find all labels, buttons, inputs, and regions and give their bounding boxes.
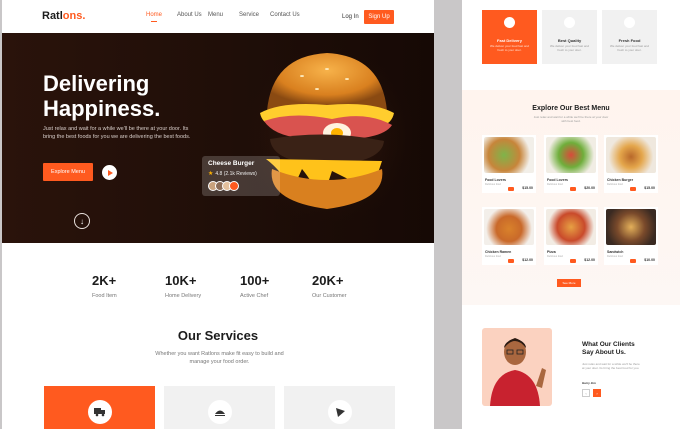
service-card-quality[interactable]	[164, 386, 275, 429]
service-card-fresh[interactable]	[284, 386, 395, 429]
menu-section: Explore Our Best Menu Just relax and wai…	[462, 90, 680, 305]
feature-card-fresh[interactable]: Fresh Food We deliver your food fast and…	[602, 10, 657, 64]
menu-item[interactable]: Food Lovers Delicious food $15.00	[482, 135, 536, 193]
dish-icon	[564, 17, 575, 28]
testimonial-text: Just relax and wait for a while we'll be…	[582, 362, 640, 370]
feature-cards-section: Fast Delivery We deliver your food fast …	[462, 0, 680, 90]
nav-about[interactable]: About Us	[177, 12, 208, 18]
menu-item[interactable]: Food Lovers Delicious food $20.00	[544, 135, 598, 193]
menu-item[interactable]: Chicken Burger Delicious food $15.00	[604, 135, 658, 193]
testimonial-section: What Our Clients Say About Us. Just rela…	[462, 305, 680, 429]
stat-food-item: 2K+ Food Item	[92, 273, 117, 299]
burger-info-card[interactable]: Cheese Burger ★ 4.8 (2.1k Reviews)	[202, 156, 280, 196]
signup-button[interactable]: Sign Up	[364, 10, 394, 24]
play-icon	[108, 169, 113, 176]
dish-image	[484, 137, 534, 173]
dish-image	[606, 209, 656, 245]
nav-contact[interactable]: Contact Us	[270, 12, 301, 18]
avatar-more	[229, 181, 239, 191]
menu-description: Just relax and wait for a while we'll be…	[533, 115, 609, 123]
add-to-cart-icon[interactable]	[570, 259, 576, 263]
add-to-cart-icon[interactable]	[630, 259, 636, 263]
prev-arrow-icon[interactable]: ‹	[582, 389, 590, 397]
burger-rating: ★ 4.8 (2.1k Reviews)	[208, 170, 257, 178]
dish-image	[484, 209, 534, 245]
login-link[interactable]: Log In	[342, 14, 359, 20]
hero-title: Delivering Happiness.	[43, 71, 161, 121]
logo-accent: ons	[62, 10, 83, 22]
nav-menu[interactable]: Menu	[208, 12, 239, 18]
client-photo	[482, 328, 552, 406]
service-card-delivery[interactable]	[44, 386, 155, 429]
star-icon: ★	[208, 171, 214, 177]
dish-image	[546, 209, 596, 245]
feature-card-delivery[interactable]: Fast Delivery We deliver your food fast …	[482, 10, 537, 64]
stat-home-delivery: 10K+ Home Delivery	[165, 273, 202, 299]
testimonial-title: What Our Clients Say About Us.	[582, 341, 635, 356]
menu-title: Explore Our Best Menu	[532, 105, 610, 112]
pizza-icon	[624, 17, 635, 28]
landing-page-mockup: Ratlons. Home About Us Menu Service Cont…	[2, 0, 434, 429]
truck-icon	[504, 17, 515, 28]
nav-service[interactable]: Service	[239, 12, 270, 18]
add-to-cart-icon[interactable]	[630, 187, 636, 191]
explore-menu-button[interactable]: Explore Menu	[43, 163, 93, 181]
dish-image	[606, 137, 656, 173]
top-navbar: Ratlons. Home About Us Menu Service Cont…	[2, 0, 434, 33]
menu-item[interactable]: Sandwich Delicious food $10.00	[604, 207, 658, 265]
menu-item[interactable]: Pizza Delicious food $12.00	[544, 207, 598, 265]
play-video-button[interactable]	[102, 165, 117, 180]
pizza-icon	[328, 400, 352, 424]
scroll-down-icon[interactable]: ↓	[74, 213, 90, 229]
truck-icon	[88, 400, 112, 424]
add-to-cart-icon[interactable]	[508, 187, 514, 191]
menu-item[interactable]: Chicken Ramen Delicious food $12.00	[482, 207, 536, 265]
stat-active-chef: 100+ Active Chef	[240, 273, 270, 299]
add-to-cart-icon[interactable]	[508, 259, 514, 263]
nav-links: Home About Us Menu Service Contact Us	[146, 12, 301, 18]
dish-image	[546, 137, 596, 173]
services-description: Whether you want Ratlons make fit easy t…	[155, 351, 284, 365]
dish-icon	[208, 400, 232, 424]
customer-avatars	[208, 181, 274, 191]
client-name: Harry Jim	[582, 381, 596, 385]
nav-home[interactable]: Home	[146, 12, 177, 18]
landing-page-mockup-continued: Fast Delivery We deliver your food fast …	[462, 0, 680, 429]
add-to-cart-icon[interactable]	[570, 187, 576, 191]
hero-description: Just relax and wait for a while we'll be…	[43, 126, 191, 140]
next-arrow-icon[interactable]: ›	[593, 389, 601, 397]
active-nav-indicator	[151, 21, 157, 22]
hero-section: Delivering Happiness. Just relax and wai…	[2, 33, 434, 243]
stat-customer: 20K+ Our Customer	[312, 273, 347, 299]
burger-card-title: Cheese Burger	[208, 160, 255, 167]
see-more-button[interactable]: See More	[557, 279, 581, 287]
services-title: Our Services	[177, 328, 259, 343]
brand-logo[interactable]: Ratlons.	[42, 10, 85, 22]
feature-card-quality[interactable]: Best Quality We deliver your food fast a…	[542, 10, 597, 64]
